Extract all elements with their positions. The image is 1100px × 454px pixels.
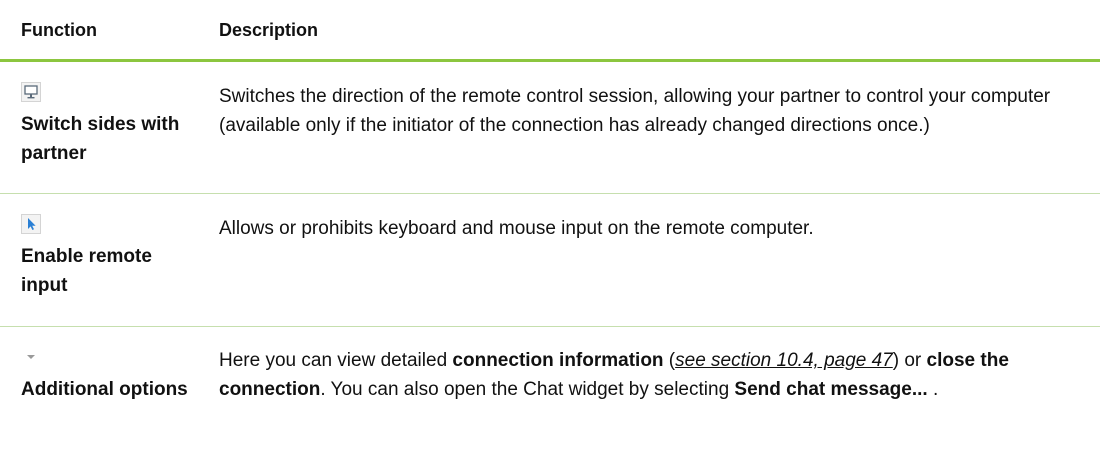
function-label: Switch sides with partner [21, 114, 180, 164]
section-reference-link[interactable]: see section 10.4, page 47 [675, 350, 893, 371]
description-part: ) or [892, 350, 927, 371]
table-row: Enable remote input Allows or prohibits … [0, 194, 1100, 327]
send-chat-message-term: Send chat message... [734, 379, 928, 400]
description-part: Here you can view detailed [219, 350, 453, 371]
function-column-header: Function [21, 20, 97, 40]
function-label: Additional options [21, 379, 188, 400]
monitor-icon [21, 82, 41, 102]
function-label: Enable remote input [21, 246, 152, 296]
cursor-arrow-icon [21, 214, 41, 234]
dropdown-arrow-icon [27, 355, 35, 359]
description-part: . [927, 379, 939, 400]
function-table: Function Description Switch sides with p… [0, 0, 1100, 454]
table-header: Function Description [0, 0, 1100, 62]
description-text: Here you can view detailed connection in… [219, 346, 1079, 404]
description-text: Allows or prohibits keyboard and mouse i… [219, 218, 814, 239]
description-text: Switches the direction of the remote con… [219, 86, 1051, 136]
connection-information-term: connection information [452, 350, 664, 371]
table-row: Switch sides with partner Switches the d… [0, 62, 1100, 194]
table-row: Additional options Here you can view det… [0, 327, 1100, 454]
description-part: ( [663, 350, 676, 371]
description-part: . You can also open the Chat widget by s… [320, 379, 735, 400]
description-column-header: Description [219, 20, 319, 40]
